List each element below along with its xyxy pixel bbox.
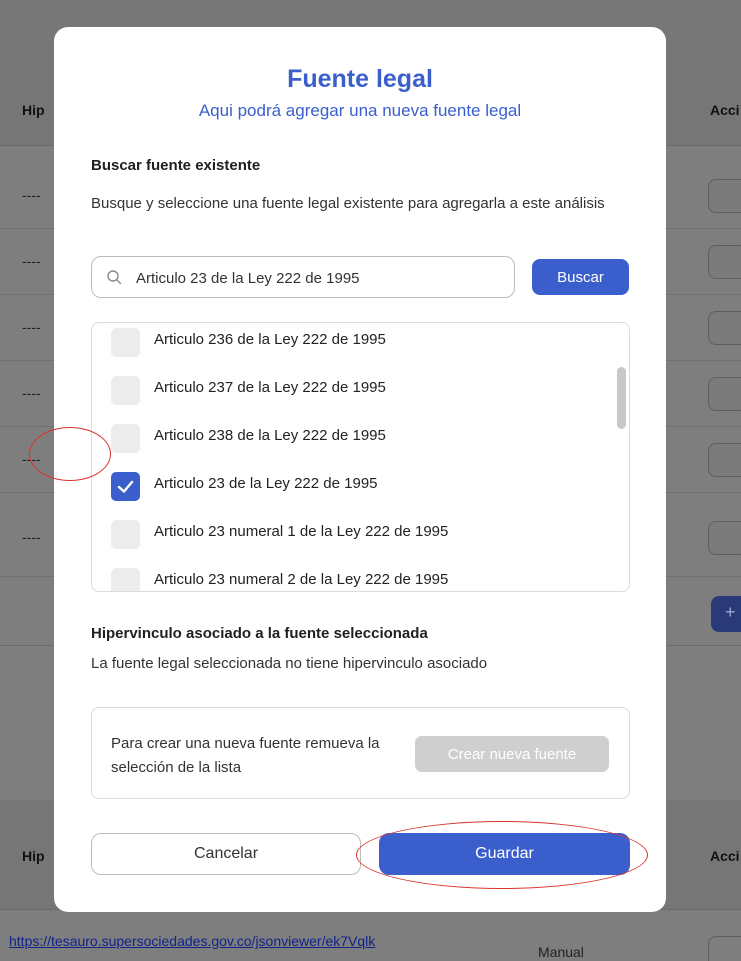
background-manual-label: Manual <box>538 944 584 960</box>
checkbox[interactable] <box>111 568 140 591</box>
modal-subtitle: Aqui podrá agregar una nueva fuente lega… <box>198 101 522 120</box>
list-item-selected[interactable]: Articulo 23 de la Ley 222 de 1995 <box>92 460 612 508</box>
checkbox-checked[interactable] <box>111 472 140 501</box>
legal-source-modal: Fuente legal Aqui podrá agregar una nuev… <box>54 27 666 912</box>
list-item[interactable]: Articulo 237 de la Ley 222 de 1995 <box>92 364 612 412</box>
list-item-label: Articulo 236 de la Ley 222 de 1995 <box>154 331 386 348</box>
search-field[interactable] <box>91 256 515 298</box>
checkbox[interactable] <box>111 328 140 357</box>
list-item-label: Articulo 23 de la Ley 222 de 1995 <box>154 475 378 492</box>
results-list[interactable]: Articulo 236 de la Ley 222 de 1995 Artic… <box>91 322 630 592</box>
hyperlink-section-title: Hipervinculo asociado a la fuente selecc… <box>91 625 428 642</box>
list-item[interactable]: Articulo 23 numeral 2 de la Ley 222 de 1… <box>92 556 612 591</box>
checkbox[interactable] <box>111 376 140 405</box>
background-link: https://tesauro.supersociedades.gov.co/j… <box>9 933 376 949</box>
search-input[interactable] <box>136 266 506 290</box>
row-action-button <box>708 521 741 555</box>
background-column-header: Hip <box>22 102 45 118</box>
search-section-title: Buscar fuente existente <box>91 157 261 174</box>
list-item-label: Articulo 23 numeral 2 de la Ley 222 de 1… <box>154 571 449 588</box>
annotation-oval <box>356 821 648 889</box>
cancel-button[interactable]: Cancelar <box>91 833 361 875</box>
background-column-header-actions: Acci <box>710 102 740 118</box>
row-placeholder: ---- <box>22 187 41 203</box>
annotation-circle <box>29 427 111 481</box>
list-item-label: Articulo 238 de la Ley 222 de 1995 <box>154 427 386 444</box>
search-icon <box>107 270 122 285</box>
new-source-box: Para crear una nueva fuente remueva la s… <box>91 707 630 799</box>
hyperlink-section-description: La fuente legal seleccionada no tiene hi… <box>91 655 488 672</box>
row-action-button <box>708 179 741 213</box>
checkbox[interactable] <box>111 424 140 453</box>
checkbox[interactable] <box>111 520 140 549</box>
row-placeholder: ---- <box>22 385 41 401</box>
list-item[interactable]: Articulo 236 de la Ley 222 de 1995 <box>92 323 612 364</box>
row-placeholder: ---- <box>22 253 41 269</box>
row-placeholder: ---- <box>22 529 41 545</box>
list-item-label: Articulo 237 de la Ley 222 de 1995 <box>154 379 386 396</box>
row-action-button <box>708 443 741 477</box>
list-item[interactable]: Articulo 23 numeral 1 de la Ley 222 de 1… <box>92 508 612 556</box>
search-section-description: Busque y seleccione una fuente legal exi… <box>91 195 605 212</box>
checkmark-icon <box>117 480 134 493</box>
new-source-text: Para crear una nueva fuente remueva la s… <box>111 735 380 776</box>
row-action-button <box>708 936 741 961</box>
list-item[interactable]: Articulo 238 de la Ley 222 de 1995 <box>92 412 612 460</box>
search-button[interactable]: Buscar <box>532 259 629 295</box>
list-item-label: Articulo 23 numeral 1 de la Ley 222 de 1… <box>154 523 449 540</box>
background-column-header-actions: Acci <box>710 848 740 864</box>
modal-title: Fuente legal <box>287 65 433 93</box>
row-action-button <box>708 245 741 279</box>
background-column-header: Hip <box>22 848 45 864</box>
create-new-source-button[interactable]: Crear nueva fuente <box>415 736 609 772</box>
row-action-button <box>708 377 741 411</box>
row-action-button <box>708 311 741 345</box>
background-add-button: + <box>711 596 741 632</box>
list-scrollbar[interactable] <box>617 367 626 429</box>
row-placeholder: ---- <box>22 319 41 335</box>
